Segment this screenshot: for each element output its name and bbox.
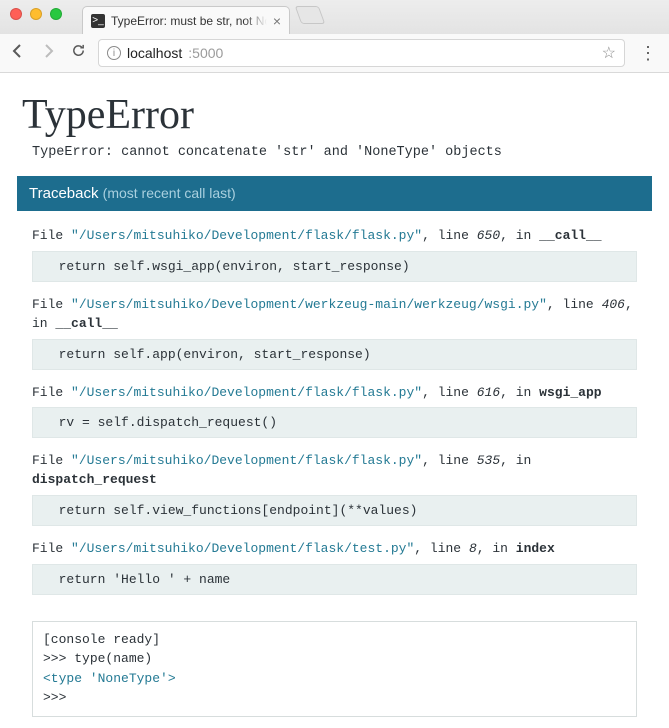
forward-button[interactable]: [38, 43, 58, 64]
frame-location: File "/Users/mitsuhiko/Development/flask…: [32, 384, 637, 403]
reload-icon: [71, 43, 86, 58]
bookmark-star-icon[interactable]: ☆: [602, 43, 616, 63]
reload-button[interactable]: [68, 43, 88, 63]
traffic-lights: [10, 8, 62, 20]
back-button[interactable]: [8, 43, 28, 64]
arrow-left-icon: [10, 43, 26, 59]
console-history-line: >>> type(name): [43, 649, 626, 669]
tab-close-icon[interactable]: ×: [273, 14, 281, 28]
traceback-frames: File "/Users/mitsuhiko/Development/flask…: [22, 211, 647, 617]
frame-location: File "/Users/mitsuhiko/Development/flask…: [32, 227, 637, 246]
titlebar: >_ TypeError: must be str, not No ×: [0, 0, 669, 34]
frame-code[interactable]: return 'Hello ' + name: [32, 564, 637, 595]
url-port: :5000: [188, 45, 223, 61]
window-minimize-button[interactable]: [30, 8, 42, 20]
console-prompt-line[interactable]: >>>: [43, 688, 626, 708]
frame-location: File "/Users/mitsuhiko/Development/werkz…: [32, 296, 637, 334]
traceback-title: Traceback: [29, 185, 98, 202]
traceback-frame[interactable]: File "/Users/mitsuhiko/Development/werkz…: [32, 296, 637, 370]
traceback-frame[interactable]: File "/Users/mitsuhiko/Development/flask…: [32, 384, 637, 439]
frame-location: File "/Users/mitsuhiko/Development/flask…: [32, 452, 637, 490]
traceback-frame[interactable]: File "/Users/mitsuhiko/Development/flask…: [32, 227, 637, 282]
traceback-frame[interactable]: File "/Users/mitsuhiko/Development/flask…: [32, 452, 637, 526]
traceback-header: Traceback (most recent call last): [17, 176, 652, 211]
window-close-button[interactable]: [10, 8, 22, 20]
favicon-terminal-icon: >_: [91, 14, 105, 28]
console-input[interactable]: [74, 688, 626, 708]
console-ready-text: [console ready]: [43, 630, 626, 650]
frame-location: File "/Users/mitsuhiko/Development/flask…: [32, 540, 637, 559]
traceback-hint: (most recent call last): [103, 185, 236, 201]
console-prompt: >>>: [43, 688, 66, 708]
tab-title: TypeError: must be str, not No: [111, 14, 267, 28]
page-content: TypeError TypeError: cannot concatenate …: [0, 73, 669, 727]
error-message: TypeError: cannot concatenate 'str' and …: [22, 145, 647, 160]
new-tab-button[interactable]: [295, 6, 326, 24]
frame-code[interactable]: rv = self.dispatch_request(): [32, 407, 637, 438]
frame-code[interactable]: return self.view_functions[endpoint](**v…: [32, 495, 637, 526]
frame-code[interactable]: return self.wsgi_app(environ, start_resp…: [32, 251, 637, 282]
browser-toolbar: i localhost :5000 ☆ ⋮: [0, 34, 669, 72]
address-bar[interactable]: i localhost :5000 ☆: [98, 39, 625, 67]
traceback-frame[interactable]: File "/Users/mitsuhiko/Development/flask…: [32, 540, 637, 595]
console-output: <type 'NoneType'>: [43, 669, 626, 689]
debugger-console[interactable]: [console ready] >>> type(name) <type 'No…: [32, 621, 637, 717]
site-info-icon[interactable]: i: [107, 46, 121, 60]
frame-code[interactable]: return self.app(environ, start_response): [32, 339, 637, 370]
browser-menu-button[interactable]: ⋮: [635, 43, 661, 64]
window-maximize-button[interactable]: [50, 8, 62, 20]
browser-chrome: >_ TypeError: must be str, not No × i lo…: [0, 0, 669, 73]
url-host: localhost: [127, 45, 182, 61]
browser-tab[interactable]: >_ TypeError: must be str, not No ×: [82, 6, 290, 34]
error-heading: TypeError: [22, 91, 647, 139]
arrow-right-icon: [40, 43, 56, 59]
